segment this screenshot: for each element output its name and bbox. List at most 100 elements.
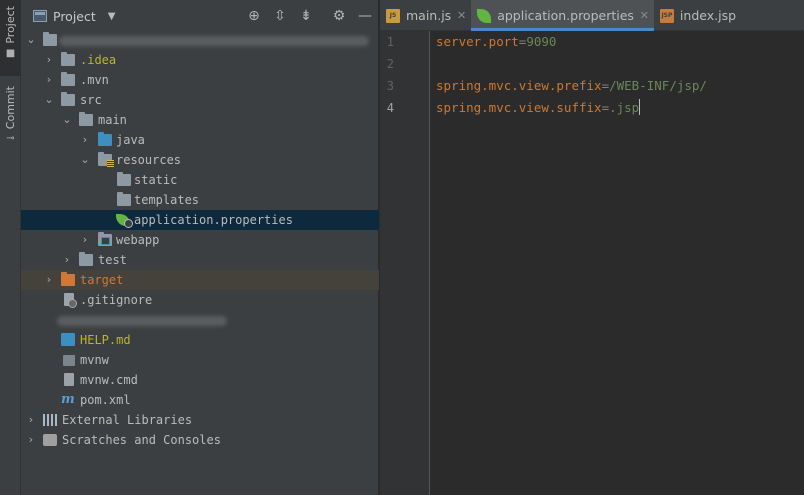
- tree-item-gitignore[interactable]: .gitignore: [21, 290, 379, 310]
- tab-main-js[interactable]: JS main.js ✕: [380, 0, 471, 31]
- text-file-icon: [64, 373, 74, 386]
- expand-all-icon[interactable]: ⇳: [272, 8, 288, 24]
- property-key: spring.mvc.view.suffix: [436, 100, 602, 115]
- tree-item-resources[interactable]: ⌄ resources: [21, 150, 379, 170]
- chevron-right-icon[interactable]: ›: [61, 250, 73, 270]
- project-view-title[interactable]: Project: [53, 9, 96, 24]
- code-line[interactable]: spring.mvc.view.prefix=/WEB-INF/jsp/: [436, 75, 707, 97]
- property-separator: =: [601, 78, 610, 93]
- markdown-file-icon: [61, 333, 75, 346]
- scratches-icon: [43, 434, 57, 446]
- collapse-all-icon[interactable]: ⇟: [298, 8, 314, 24]
- commit-tool-tab-label: Commit: [4, 86, 17, 130]
- project-tree: ⌄ › .idea › .mvn ⌄ src ⌄ main › java ⌄ r…: [21, 30, 379, 450]
- tree-item-target[interactable]: › target: [21, 270, 379, 290]
- code-line[interactable]: server.port=9090: [436, 31, 556, 53]
- tab-label: application.properties: [497, 8, 634, 23]
- tab-index-jsp[interactable]: JSP index.jsp: [654, 0, 756, 31]
- js-file-icon: JS: [386, 9, 400, 23]
- tree-item-label: test: [98, 253, 127, 267]
- chevron-right-icon[interactable]: ›: [43, 50, 55, 70]
- chevron-right-icon[interactable]: ›: [25, 410, 37, 430]
- property-value: /WEB-INF/jsp/: [609, 78, 707, 93]
- minimize-icon[interactable]: —: [357, 8, 373, 24]
- tree-item-project-root[interactable]: ⌄: [21, 30, 379, 50]
- tree-item-label: target: [80, 273, 124, 287]
- code-editor[interactable]: server.port=9090 spring.mvc.view.prefix=…: [431, 31, 804, 495]
- tab-label: index.jsp: [679, 8, 737, 23]
- redacted-file: [57, 316, 227, 326]
- maven-icon: m: [61, 392, 75, 407]
- tree-item-mvnw[interactable]: mvnw: [21, 350, 379, 370]
- commit-tool-tab[interactable]: Commit ⊸: [0, 86, 21, 146]
- libraries-icon: [43, 414, 57, 426]
- chevron-right-icon[interactable]: ›: [43, 70, 55, 90]
- tab-application-properties[interactable]: application.properties ✕: [471, 0, 654, 31]
- commit-icon: ⊸: [6, 133, 15, 145]
- tree-item-label: Scratches and Consoles: [62, 433, 221, 447]
- chevron-down-icon[interactable]: ⌄: [79, 150, 91, 170]
- tree-item-mvnw-cmd[interactable]: mvnw.cmd: [21, 370, 379, 390]
- close-icon[interactable]: ✕: [640, 0, 649, 32]
- property-separator: =: [601, 100, 610, 115]
- tree-item-external-libraries[interactable]: › External Libraries: [21, 410, 379, 430]
- folder-icon: [79, 252, 93, 266]
- close-icon[interactable]: ✕: [457, 0, 466, 32]
- tree-item-pom-xml[interactable]: m pom.xml: [21, 390, 379, 410]
- chevron-down-icon[interactable]: ⌄: [43, 90, 55, 110]
- tree-item-main[interactable]: ⌄ main: [21, 110, 379, 130]
- folder-icon: [61, 52, 75, 66]
- tree-item-webapp[interactable]: › webapp: [21, 230, 379, 250]
- folder-icon: [117, 192, 131, 206]
- chevron-right-icon[interactable]: ›: [79, 130, 91, 150]
- chevron-down-icon[interactable]: ⌄: [25, 30, 37, 50]
- tree-item-label: mvnw.cmd: [80, 373, 138, 387]
- line-number: 3: [386, 79, 394, 93]
- tree-item-java[interactable]: › java: [21, 130, 379, 150]
- tree-item-application-properties[interactable]: application.properties: [21, 210, 379, 230]
- resources-folder-icon: [98, 152, 114, 167]
- editor-tab-bar: JS main.js ✕ application.properties ✕ JS…: [380, 0, 804, 31]
- tree-item-label: .mvn: [80, 73, 109, 87]
- gear-icon[interactable]: ⚙: [331, 8, 347, 24]
- chevron-down-icon[interactable]: ⌄: [61, 110, 73, 130]
- project-tool-tab[interactable]: Project ■: [0, 0, 21, 76]
- code-line[interactable]: spring.mvc.view.suffix=.jsp: [436, 97, 641, 119]
- folder-icon: [79, 112, 93, 126]
- chevron-right-icon[interactable]: ›: [25, 430, 37, 450]
- excluded-folder-icon: [61, 272, 75, 286]
- tree-item-help-md[interactable]: HELP.md: [21, 330, 379, 350]
- tree-item-label: External Libraries: [62, 413, 193, 427]
- tree-item-mvn[interactable]: › .mvn: [21, 70, 379, 90]
- tree-item-templates[interactable]: templates: [21, 190, 379, 210]
- project-panel: Project ▼ ⊕ ⇳ ⇟ ⚙ — ⌄ › .idea › .mvn ⌄ s…: [21, 0, 379, 495]
- chevron-down-icon[interactable]: ▼: [108, 11, 116, 22]
- tree-item-label: .idea: [80, 53, 117, 67]
- tree-item-label: templates: [134, 193, 200, 207]
- property-key: server.port: [436, 34, 519, 49]
- line-number-gutter: 1 2 3 4: [380, 31, 430, 495]
- spring-properties-icon: [116, 214, 133, 228]
- source-folder-icon: [98, 132, 112, 146]
- tree-item-test[interactable]: › test: [21, 250, 379, 270]
- property-value: .jsp: [609, 100, 640, 115]
- folder-icon: [117, 172, 131, 186]
- tree-item-idea[interactable]: › .idea: [21, 50, 379, 70]
- jsp-file-icon: JSP: [659, 9, 674, 23]
- locate-file-icon[interactable]: ⊕: [246, 8, 262, 24]
- tree-item-static[interactable]: static: [21, 170, 379, 190]
- tree-item-scratches[interactable]: › Scratches and Consoles: [21, 430, 379, 450]
- line-number: 1: [386, 35, 394, 49]
- folder-icon: [43, 32, 57, 46]
- tree-item-label: pom.xml: [80, 393, 131, 407]
- chevron-right-icon[interactable]: ›: [79, 230, 91, 250]
- tree-item-redacted[interactable]: [21, 310, 379, 330]
- line-number: 2: [386, 57, 394, 71]
- tree-item-src[interactable]: ⌄ src: [21, 90, 379, 110]
- tab-label: main.js: [406, 8, 452, 23]
- tree-item-label: resources: [116, 153, 182, 167]
- text-caret: [639, 99, 641, 115]
- chevron-right-icon[interactable]: ›: [43, 270, 55, 290]
- folder-icon: [61, 92, 75, 106]
- ignore-file-icon: [64, 293, 77, 308]
